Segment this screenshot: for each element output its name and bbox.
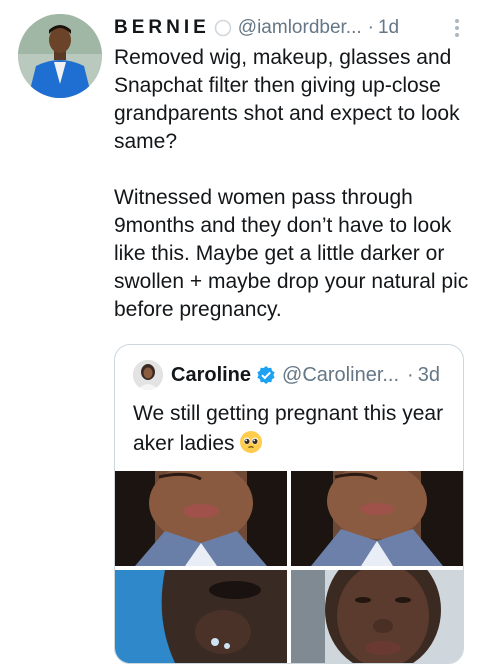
more-options-icon[interactable]: [448, 16, 466, 40]
author-avatar[interactable]: [18, 14, 102, 98]
quoted-author-name[interactable]: Caroline: [171, 364, 251, 387]
media-image-4[interactable]: [291, 570, 463, 663]
pleading-face-emoji: [239, 431, 262, 453]
author-handle[interactable]: @iamlordber...: [238, 17, 362, 39]
tweet-text: Removed wig, makeup, glasses and Snapcha…: [114, 46, 469, 321]
quoted-tweet[interactable]: Caroline @Caroliner... · 3d We still get…: [114, 344, 464, 664]
quoted-timestamp[interactable]: 3d: [418, 364, 440, 387]
author-name[interactable]: BERNIE: [114, 17, 210, 39]
media-image-3[interactable]: [115, 570, 287, 663]
media-image-2[interactable]: [291, 471, 463, 566]
status-ring-icon: [214, 19, 232, 37]
tweet[interactable]: BERNIE @iamlordber... · 1d Removed wig, …: [0, 0, 480, 667]
quoted-author-avatar[interactable]: [133, 360, 163, 390]
quoted-separator-dot: ·: [407, 363, 414, 386]
quoted-tweet-header: Caroline @Caroliner... · 3d: [133, 359, 453, 391]
media-image-1[interactable]: [115, 471, 287, 566]
verified-badge-icon: [257, 366, 275, 384]
media-grid: [115, 471, 463, 663]
quoted-author-handle[interactable]: @Caroliner...: [282, 364, 399, 387]
quoted-tweet-text: We still getting pregnant this year aker…: [133, 399, 453, 459]
quoted-tweet-text-content: We still getting pregnant this year aker…: [133, 402, 444, 455]
separator-dot: ·: [367, 17, 374, 38]
tweet-header: BERNIE @iamlordber... · 1d: [114, 14, 468, 42]
tweet-timestamp[interactable]: 1d: [378, 17, 399, 39]
